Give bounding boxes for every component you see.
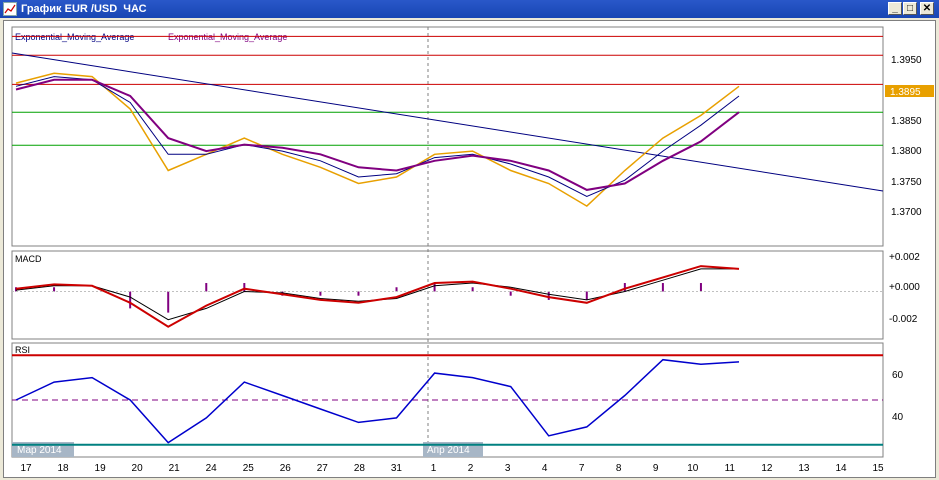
x-day-label: 24 [206, 463, 218, 474]
x-day-label: 17 [20, 463, 32, 474]
macd-signal-line [15, 268, 739, 321]
rsi-line [15, 358, 740, 444]
chart-canvas[interactable]: Exponential_Moving_Average Exponential_M… [4, 21, 935, 477]
macd-panel [11, 250, 884, 340]
x-day-label: 28 [354, 463, 366, 474]
x-day-label: 26 [280, 463, 292, 474]
macd-tick-zero: +0.000 [889, 282, 920, 293]
x-day-label: 1 [431, 463, 437, 474]
chart-series-layer [11, 35, 884, 446]
x-axis-labels: 17 18 19 20 21 24 25 26 27 28 31 1 2 3 4 7 8 9 10 11 12 13 14 1… [20, 463, 884, 474]
rsi-tick-40: 40 [892, 412, 904, 423]
x-day-label: 10 [687, 463, 699, 474]
x-day-label: 20 [132, 463, 144, 474]
x-day-label: 13 [798, 463, 810, 474]
x-day-label: 15 [872, 463, 884, 474]
y-tick-1.3750: 1.3750 [891, 177, 922, 188]
x-day-label: 14 [835, 463, 847, 474]
y-tick-1.3950: 1.3950 [891, 55, 922, 66]
x-day-label: 31 [391, 463, 403, 474]
y-tick-1.3800: 1.3800 [891, 146, 922, 157]
chart-window-icon [3, 2, 17, 16]
x-day-label: 25 [243, 463, 255, 474]
close-button[interactable]: ✕ [920, 2, 934, 15]
x-day-label: 21 [169, 463, 181, 474]
x-day-label: 27 [317, 463, 329, 474]
rsi-tick-60: 60 [892, 370, 904, 381]
macd-tick-minus: -0.002 [889, 314, 918, 325]
month-label-mar: Мар 2014 [17, 445, 62, 456]
main-panel [11, 26, 884, 247]
chart-frame: Exponential_Moving_Average Exponential_M… [3, 20, 936, 478]
x-day-label: 11 [725, 463, 736, 474]
macd-line [15, 265, 740, 328]
month-label-apr: Апр 2014 [427, 445, 470, 456]
x-day-label: 4 [542, 463, 548, 474]
window-title: График EUR /USD ЧАС [21, 3, 147, 15]
x-day-label: 9 [653, 463, 659, 474]
y-tick-1.3700: 1.3700 [891, 207, 922, 218]
x-day-label: 12 [761, 463, 773, 474]
current-price-label: 1.3895 [890, 87, 921, 98]
x-day-label: 8 [616, 463, 622, 474]
ema-slow-line [15, 78, 740, 191]
window-titlebar[interactable]: График EUR /USD ЧАС _ □ ✕ [0, 0, 939, 18]
x-day-label: 19 [95, 463, 107, 474]
macd-label: MACD [15, 254, 42, 264]
x-day-label: 7 [579, 463, 585, 474]
ema-legend-2: Exponential_Moving_Average [168, 32, 287, 42]
ema-legend-1: Exponential_Moving_Average [15, 32, 134, 42]
maximize-button[interactable]: □ [903, 2, 917, 15]
macd-tick-plus: +0.002 [889, 252, 920, 263]
y-tick-1.3850: 1.3850 [891, 116, 922, 127]
x-day-label: 3 [505, 463, 511, 474]
minimize-button[interactable]: _ [888, 2, 902, 15]
trendline [11, 52, 884, 192]
x-day-label: 18 [57, 463, 69, 474]
x-day-label: 2 [468, 463, 474, 474]
rsi-label: RSI [15, 345, 30, 355]
